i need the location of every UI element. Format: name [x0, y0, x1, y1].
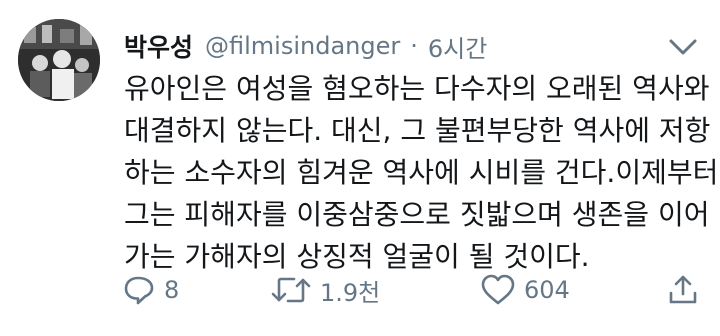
retweet-arrows-icon: [271, 277, 311, 303]
heart-icon: [481, 274, 515, 305]
separator-dot: ·: [410, 32, 418, 60]
tweet-text-line: 그는 피해자를 이중삼중으로 짓밟으며 생존을 이어: [124, 198, 710, 231]
reply-count: 8: [164, 276, 180, 304]
retweet-button[interactable]: 1.9천: [270, 270, 380, 310]
timestamp[interactable]: 6시간: [428, 29, 487, 64]
tweet-header: 박우성 @filmisindanger · 6시간: [124, 28, 487, 64]
tweet-text: 유아인은 여성을 혐오하는 다수자의 오래된 역사와 대결하지 않는다. 대신,…: [124, 68, 719, 278]
user-handle[interactable]: @filmisindanger: [205, 32, 400, 60]
avatar-image: [18, 19, 100, 101]
share-upload-icon: [669, 275, 697, 304]
tweet-text-line: 유아인은 여성을 혐오하는 다수자의 오래된 역사와: [124, 72, 710, 105]
share-button[interactable]: [666, 270, 700, 310]
reply-button[interactable]: 8: [122, 270, 179, 310]
like-button[interactable]: 604: [480, 270, 570, 310]
tweet-card[interactable]: 박우성 @filmisindanger · 6시간 유아인은 여성을 혐오하는 …: [0, 0, 720, 336]
speech-bubble-icon: [124, 276, 154, 305]
like-count: 604: [524, 276, 570, 304]
chevron-down-icon[interactable]: [668, 36, 698, 58]
tweet-text-line: 하는 소수자의 힘겨운 역사에 시비를 건다.이제부터: [124, 156, 719, 189]
display-name[interactable]: 박우성: [124, 28, 193, 64]
tweet-text-line: 대결하지 않는다. 대신, 그 불편부당한 역사에 저항: [124, 114, 711, 147]
tweet-actions: 8 1.9천 604: [120, 270, 720, 310]
retweet-count: 1.9천: [320, 278, 381, 307]
avatar[interactable]: [18, 19, 100, 101]
